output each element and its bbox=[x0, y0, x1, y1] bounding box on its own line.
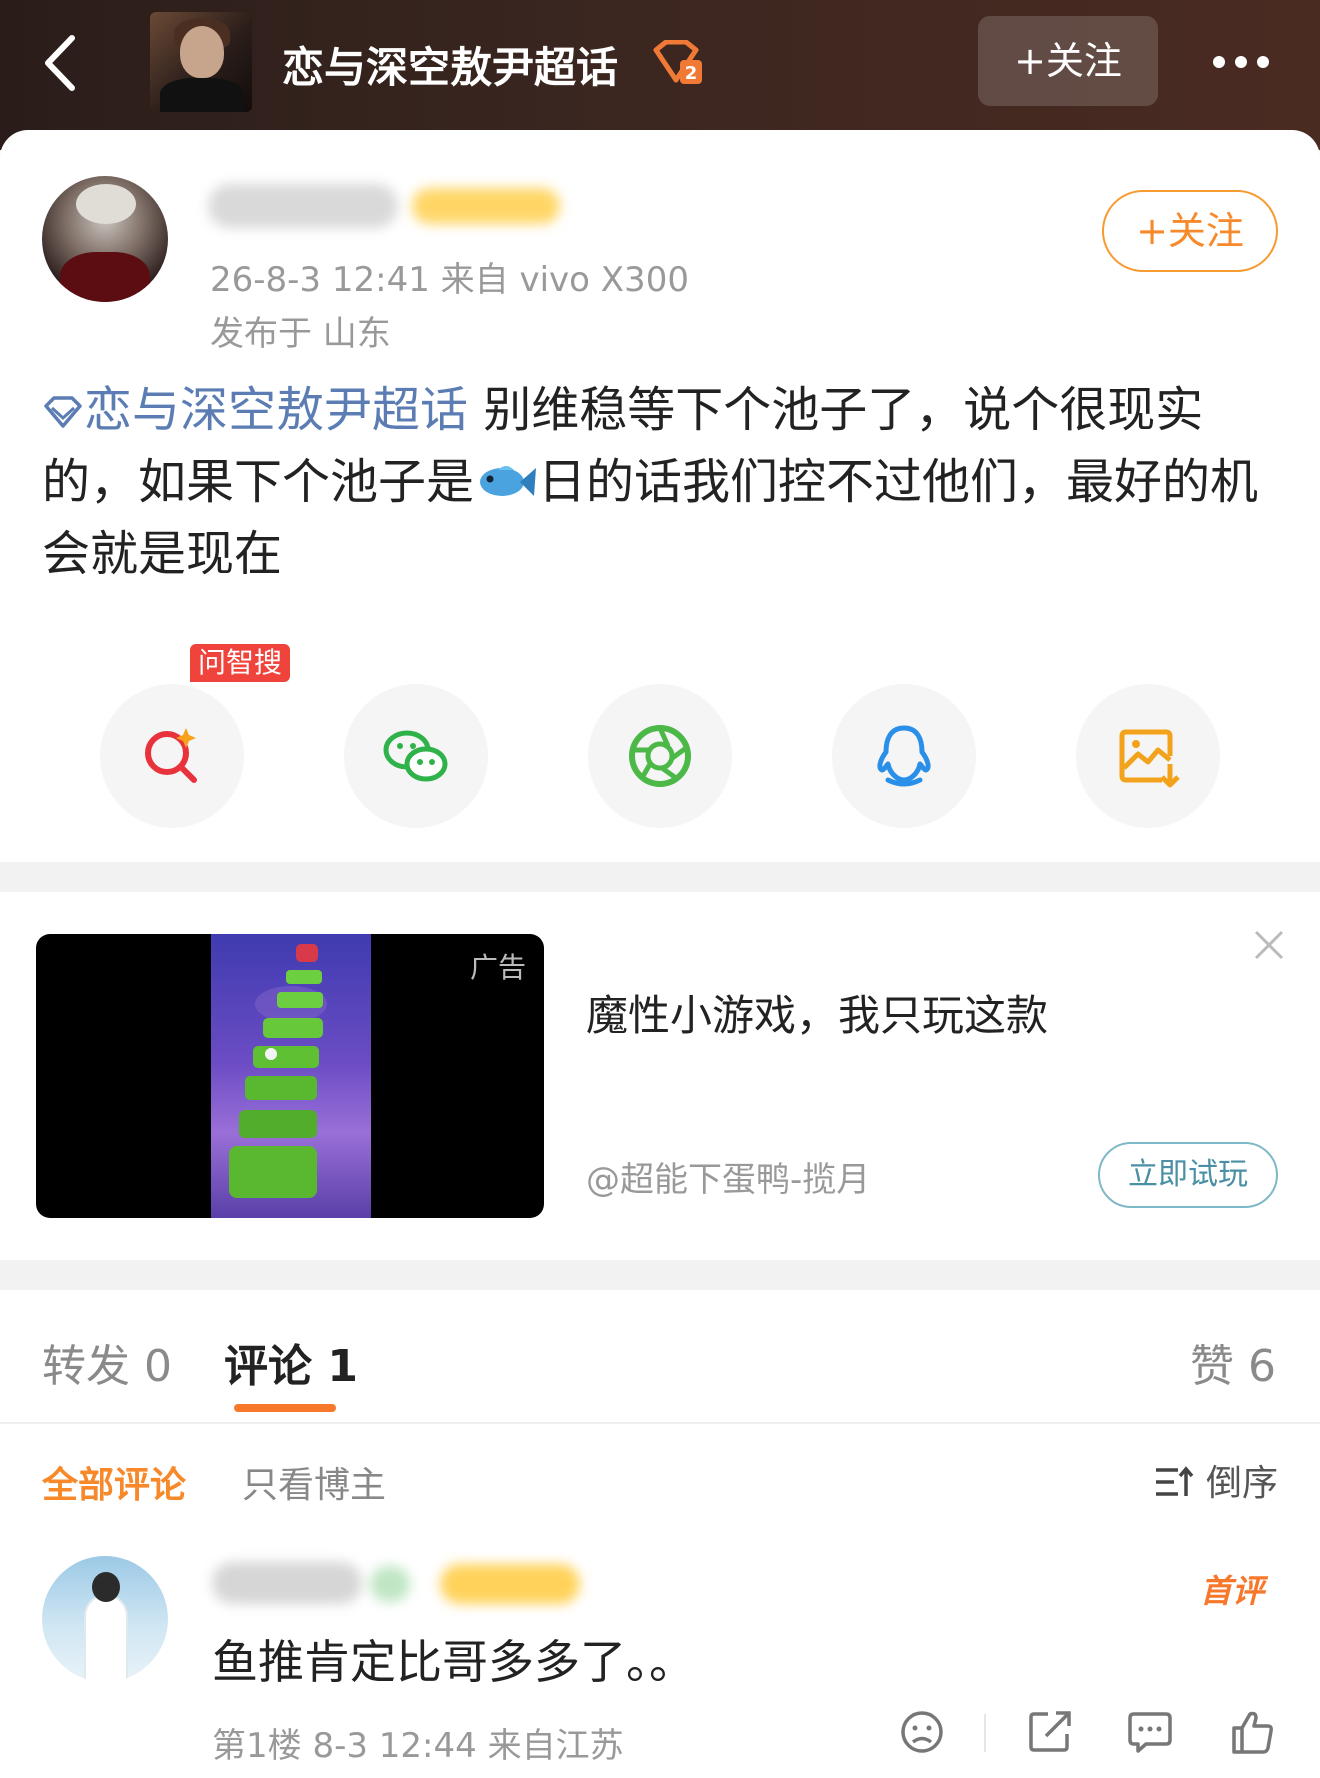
topic-level-badge-icon: 2 bbox=[653, 40, 702, 84]
topic-title[interactable]: 恋与深空敖尹超话 bbox=[282, 34, 618, 95]
tab-repost[interactable]: 转发 0 bbox=[42, 1330, 172, 1394]
share-icon bbox=[1029, 1711, 1071, 1752]
follow-topic-button[interactable]: +关注 bbox=[978, 16, 1158, 106]
topic-cover-image[interactable] bbox=[150, 12, 252, 112]
active-tab-indicator bbox=[234, 1404, 336, 1412]
divider bbox=[0, 1422, 1320, 1424]
follow-author-button[interactable]: +关注 bbox=[1102, 190, 1278, 272]
ad-game-preview bbox=[211, 934, 371, 1218]
post-card: 26-8-3 12:41 来自 vivo X300 发布于 山东 +关注 恋与深… bbox=[0, 130, 1320, 862]
post-location: 发布于 山东 bbox=[210, 314, 391, 354]
comment-bubble-icon bbox=[1128, 1712, 1172, 1753]
diamond-icon bbox=[44, 396, 82, 428]
thumbs-up-icon bbox=[1232, 1711, 1273, 1754]
sort-icon[interactable] bbox=[1154, 1462, 1194, 1502]
post-body: 恋与深空敖尹超话 别维稳等下个池子了，说个很现实的，如果下个池子是 日的话我们控不… bbox=[42, 374, 1282, 590]
ai-search-icon bbox=[145, 728, 197, 783]
close-icon[interactable] bbox=[1250, 926, 1288, 964]
moments-icon bbox=[629, 725, 691, 787]
first-comment-badge: 首评 bbox=[1200, 1572, 1265, 1610]
ad-source[interactable]: @超能下蛋鸭-揽月 bbox=[586, 1152, 870, 1201]
commenter-name-blurred[interactable] bbox=[212, 1562, 362, 1604]
author-badge-blurred bbox=[412, 188, 560, 224]
like-comment-button[interactable] bbox=[1226, 1706, 1278, 1758]
commenter-fan-badge-blurred bbox=[440, 1564, 580, 1604]
comment-text[interactable]: 鱼推肯定比哥多多了。。 bbox=[212, 1626, 695, 1692]
save-image-icon bbox=[1119, 729, 1180, 788]
ad-video-thumbnail[interactable]: 广告 bbox=[36, 934, 544, 1218]
share-moments-button[interactable] bbox=[588, 684, 732, 828]
topic-link-label: 恋与深空敖尹超话 bbox=[84, 382, 469, 438]
save-image-button[interactable] bbox=[1076, 684, 1220, 828]
dislike-button[interactable] bbox=[896, 1706, 948, 1758]
sort-order-button[interactable]: 倒序 bbox=[1206, 1454, 1278, 1506]
divider bbox=[984, 1714, 986, 1752]
share-wechat-button[interactable] bbox=[344, 684, 488, 828]
chevron-left-icon bbox=[45, 35, 75, 91]
back-button[interactable] bbox=[30, 28, 100, 98]
svg-text:2: 2 bbox=[685, 63, 698, 84]
commenter-avatar[interactable] bbox=[42, 1556, 168, 1682]
filter-author-only[interactable]: 只看博主 bbox=[242, 1456, 386, 1508]
tab-likes[interactable]: 赞 6 bbox=[1190, 1330, 1276, 1394]
post-meta: 26-8-3 12:41 来自 vivo X300 bbox=[210, 260, 689, 300]
ad-tag: 广告 bbox=[469, 951, 526, 984]
more-options-button[interactable] bbox=[1208, 42, 1282, 82]
ai-search-tag: 问智搜 bbox=[190, 644, 291, 682]
comment-meta: 第1楼 8-3 12:44 来自江苏 bbox=[212, 1726, 624, 1766]
author-avatar[interactable] bbox=[42, 176, 168, 302]
ad-title[interactable]: 魔性小游戏，我只玩这款 bbox=[586, 982, 1048, 1043]
sad-face-icon bbox=[901, 1711, 943, 1753]
author-name-blurred[interactable] bbox=[208, 184, 398, 228]
commenter-badge-blurred bbox=[370, 1566, 410, 1602]
ad-card[interactable]: 广告 魔性小游戏，我只玩这款 @超能下蛋鸭-揽月 立即试玩 bbox=[0, 892, 1320, 1260]
share-qq-button[interactable] bbox=[832, 684, 976, 828]
reply-button[interactable] bbox=[1124, 1706, 1176, 1758]
share-comment-button[interactable] bbox=[1024, 1706, 1076, 1758]
tab-comments[interactable]: 评论 1 bbox=[224, 1330, 358, 1394]
share-row: 问智搜 bbox=[0, 644, 1320, 834]
fish-emoji-icon bbox=[480, 466, 537, 496]
more-dots-icon bbox=[1213, 56, 1225, 68]
top-bar: 恋与深空敖尹超话 2 +关注 bbox=[0, 0, 1320, 150]
qq-icon bbox=[877, 725, 931, 787]
filter-all-comments[interactable]: 全部评论 bbox=[42, 1456, 186, 1508]
try-now-button[interactable]: 立即试玩 bbox=[1098, 1142, 1278, 1208]
wechat-icon bbox=[383, 730, 448, 782]
ai-search-button[interactable]: 问智搜 bbox=[100, 644, 291, 828]
comments-section: 转发 0 评论 1 赞 6 全部评论 只看博主 倒序 首评 鱼推肯定比哥多多了。… bbox=[0, 1290, 1320, 1778]
topic-link[interactable]: 恋与深空敖尹超话 bbox=[42, 382, 468, 438]
